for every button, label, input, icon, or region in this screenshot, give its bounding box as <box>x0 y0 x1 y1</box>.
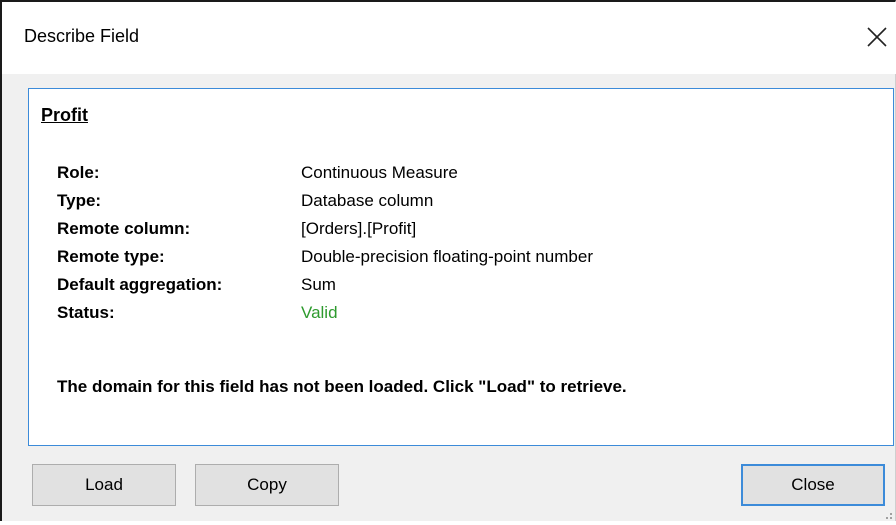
property-label: Role: <box>57 163 100 182</box>
property-value: Continuous Measure <box>301 163 458 182</box>
property-label: Status: <box>57 303 115 322</box>
close-button[interactable]: Close <box>741 464 885 506</box>
property-label: Type: <box>57 191 102 210</box>
copy-button[interactable]: Copy <box>195 464 339 506</box>
property-row-status: Status: Valid <box>57 299 593 327</box>
property-row-role: Role: Continuous Measure <box>57 159 593 187</box>
property-row-remote-type: Remote type: Double-precision floating-p… <box>57 243 593 271</box>
field-name-heading: Profit <box>41 105 88 125</box>
property-row-remote-column: Remote column: [Orders].[Profit] <box>57 215 593 243</box>
property-label: Default aggregation: <box>57 275 223 294</box>
property-row-default-aggregation: Default aggregation: Sum <box>57 271 593 299</box>
window-title: Describe Field <box>24 26 140 46</box>
property-label: Remote type: <box>57 247 165 266</box>
resize-grip-icon[interactable] <box>881 507 893 519</box>
property-label: Remote column: <box>57 219 191 238</box>
property-row-type: Type: Database column <box>57 187 593 215</box>
close-icon[interactable] <box>860 16 896 56</box>
property-value: Sum <box>301 275 336 294</box>
load-button[interactable]: Load <box>32 464 176 506</box>
domain-message: The domain for this field has not been l… <box>57 377 627 396</box>
property-value: Double-precision floating-point number <box>301 247 593 266</box>
property-value: Database column <box>301 191 434 210</box>
status-value: Valid <box>301 303 338 322</box>
title-bar[interactable]: Describe Field <box>2 2 896 74</box>
describe-field-dialog: Describe Field Profit Role: Continuous M… <box>0 0 896 521</box>
field-description-panel: Profit Role: Continuous Measure Type: Da… <box>28 88 894 446</box>
property-value: [Orders].[Profit] <box>301 219 417 238</box>
properties-list: Role: Continuous Measure Type: Database … <box>57 159 593 327</box>
